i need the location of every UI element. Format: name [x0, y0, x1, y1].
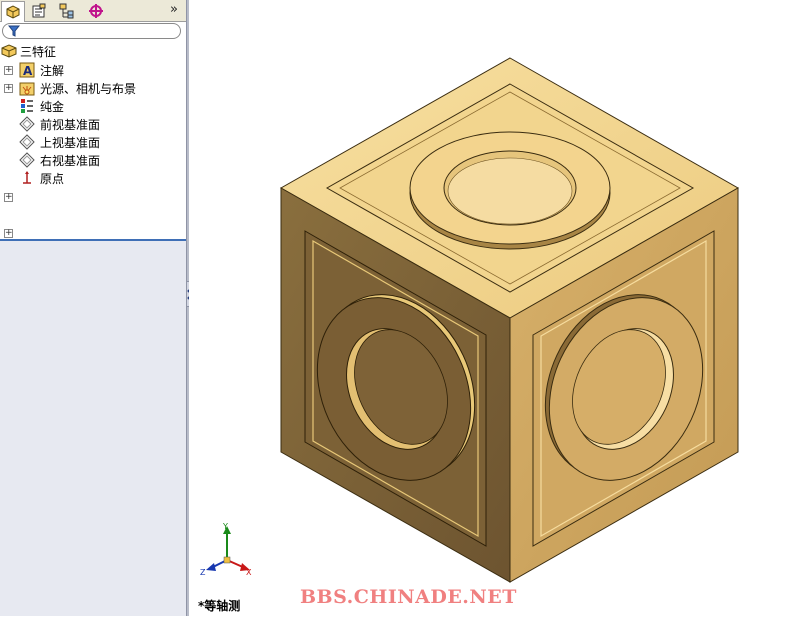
tree-item-material[interactable]: 纯金 [0, 97, 186, 115]
tree-item-label: 上视基准面 [40, 135, 101, 150]
tree-item-collapsed[interactable]: + [0, 189, 186, 207]
configuration-manager-tab[interactable] [55, 1, 79, 20]
view-orientation-label: *等轴测 [198, 599, 241, 613]
reference-triad: Y X Z [200, 522, 252, 577]
tree-item-front-plane[interactable]: 前视基准面 [0, 115, 186, 133]
manager-tab-bar: » [0, 0, 186, 22]
tree-item-right-plane[interactable]: 右视基准面 [0, 151, 186, 169]
tree-root[interactable]: 三特征 [0, 42, 186, 60]
more-tabs-button[interactable]: » [170, 2, 178, 17]
property-manager-tab[interactable] [27, 1, 51, 20]
tree-root-label: 三特征 [20, 44, 57, 59]
plane-icon [19, 152, 35, 168]
svg-text:A: A [23, 64, 33, 78]
plane-icon [19, 116, 35, 132]
dimxpert-manager-tab[interactable] [84, 1, 108, 20]
funnel-icon [8, 25, 20, 37]
expand-toggle[interactable]: + [4, 66, 13, 75]
tree-item-top-plane[interactable]: 上视基准面 [0, 133, 186, 151]
expand-toggle[interactable]: + [4, 84, 13, 93]
feature-filter-input[interactable] [2, 23, 181, 39]
model-view[interactable]: Y X Z [189, 0, 799, 616]
material-icon [21, 99, 33, 113]
tree-item-label: 前视基准面 [40, 117, 101, 132]
feature-manager-icon [6, 5, 20, 19]
property-manager-icon [32, 3, 46, 17]
expand-toggle[interactable]: + [4, 229, 13, 238]
tree-item-label: 右视基准面 [40, 153, 101, 168]
graphics-area[interactable]: Y X Z [189, 0, 799, 616]
watermark-text: BBS.CHINADE.NET [300, 586, 517, 608]
part-icon [1, 44, 17, 58]
triad-y-label: Y [222, 522, 228, 531]
cube-model[interactable] [279, 57, 740, 583]
triad-z-label: Z [200, 568, 206, 577]
dimxpert-manager-icon [89, 3, 103, 18]
tree-item-label: 注解 [40, 63, 65, 78]
configuration-manager-icon [59, 3, 74, 18]
tree-item-label: 光源、相机与布景 [40, 81, 137, 96]
tree-item-annotations[interactable]: + A 注解 [0, 61, 186, 79]
panel-empty-area [0, 241, 186, 616]
plane-icon [19, 134, 35, 150]
tree-item-lights[interactable]: + 光源、相机与布景 [0, 79, 186, 97]
annotation-icon: A [19, 62, 35, 78]
feature-manager-panel: » 三特征 + A 注解 + 光源、相机与布景 纯金 前视基准面 上视基准面 右… [0, 0, 186, 616]
tree-item-origin[interactable]: 原点 [0, 169, 186, 187]
expand-toggle[interactable]: + [4, 193, 13, 202]
origin-icon [23, 171, 31, 184]
tree-item-label: 原点 [40, 171, 65, 186]
lights-icon [19, 82, 35, 96]
tree-item-label: 纯金 [40, 99, 65, 114]
feature-manager-tab[interactable] [1, 1, 25, 22]
triad-x-label: X [246, 568, 252, 577]
